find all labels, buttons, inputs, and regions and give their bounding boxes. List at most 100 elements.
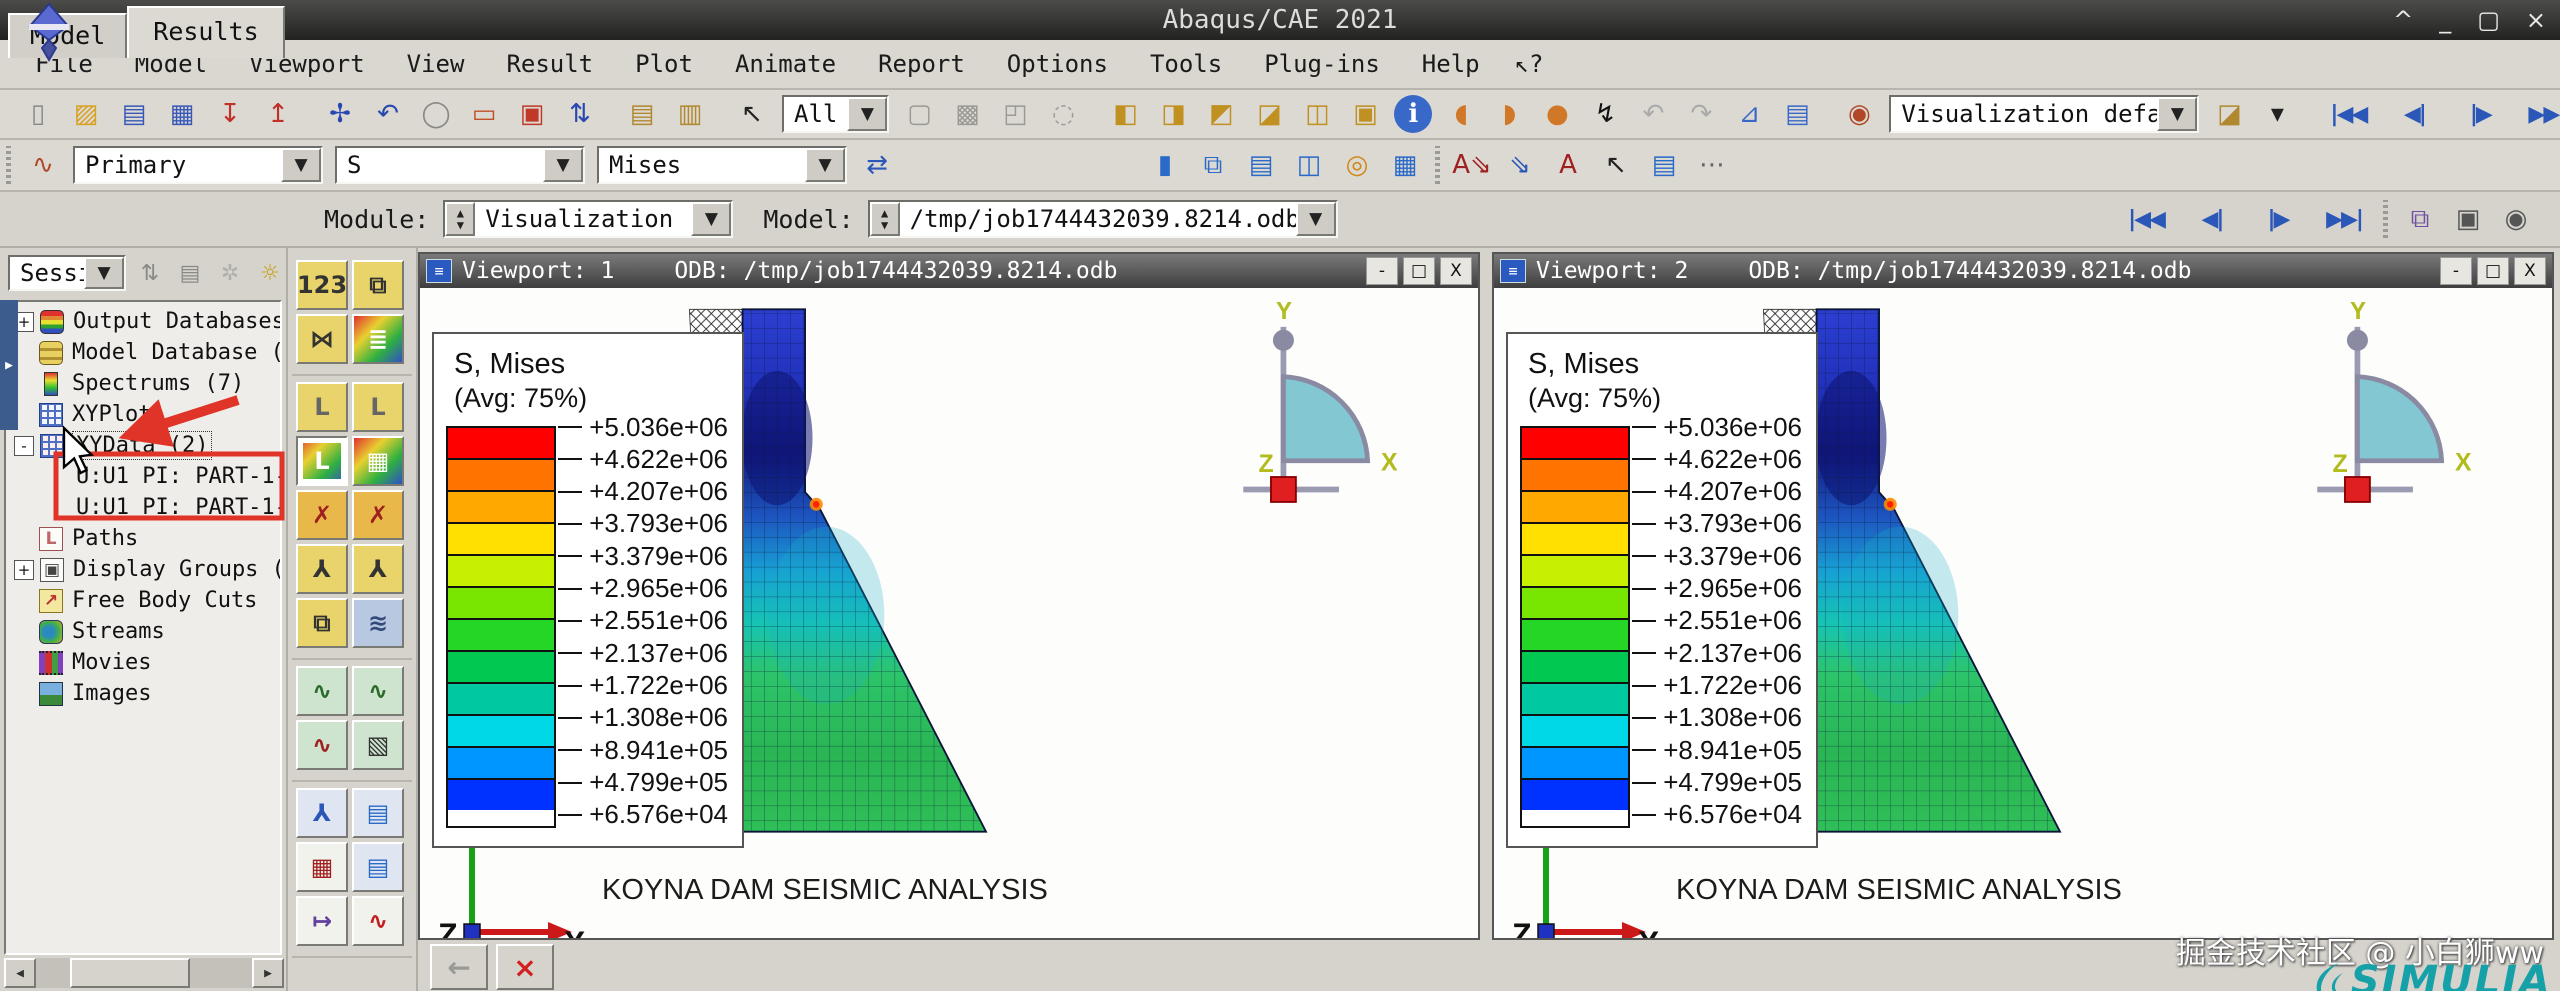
field-output-position-combo[interactable]: Primary ▼ <box>73 146 323 184</box>
pan-view-icon[interactable]: ✢ <box>317 91 363 137</box>
orientation-compass[interactable]: Y X Z <box>2294 297 2484 527</box>
save-icon[interactable]: ▤ <box>111 91 157 137</box>
menu-plot[interactable]: Plot <box>614 41 714 87</box>
import-file-icon[interactable]: ↧ <box>207 91 253 137</box>
previous-image-icon[interactable]: ◀| <box>2382 91 2446 137</box>
close-viewport-icon[interactable]: X <box>2514 257 2546 285</box>
render-shaded-icon[interactable]: ◖ <box>1438 91 1484 137</box>
plot-contours-button[interactable]: L <box>296 436 348 486</box>
orientation-options-button[interactable]: ⅄ <box>352 544 404 594</box>
viewport-titlebar[interactable]: ≡ Viewport: 2 ODB: /tmp/job1744432039.82… <box>1494 254 2552 288</box>
view-bottom-icon[interactable]: ◫ <box>1294 91 1340 137</box>
scrollbar-track[interactable] <box>36 958 252 988</box>
collapse-window-icon[interactable]: ^ <box>2393 6 2413 34</box>
text-annotation-icon[interactable]: A <box>1545 142 1591 188</box>
new-file-icon[interactable]: ▯ <box>15 91 61 137</box>
tree-item-xydata-2[interactable]: - XYData (2) <box>6 430 280 461</box>
view-iso-icon[interactable]: ◧ <box>1102 91 1148 137</box>
chevron-down-icon[interactable]: ▼ <box>805 148 845 182</box>
tab-results[interactable]: Results <box>127 6 285 58</box>
edit-annotation-icon[interactable]: A⇘ <box>1449 142 1495 188</box>
customize-icon[interactable]: ▥ <box>667 91 713 137</box>
tree-item-paths[interactable]: L Paths <box>6 523 280 554</box>
menu-help[interactable]: Help <box>1401 41 1501 87</box>
arrow-annotation-icon[interactable]: ⇘ <box>1497 142 1543 188</box>
animate-harmonic-button[interactable]: ∿ <box>296 720 348 770</box>
animation-options-button[interactable]: ▧ <box>352 720 404 770</box>
next-frame-icon[interactable]: |▶ <box>2246 196 2310 242</box>
allow-multiple-plot-states-button[interactable]: ⧉ <box>296 598 348 648</box>
scrollbar-thumb[interactable] <box>70 958 190 988</box>
tree-item-output-databases[interactable]: +Output Databases ( <box>6 306 280 337</box>
tree-expand-toggle[interactable]: + <box>14 559 34 580</box>
chevron-down-icon[interactable]: ▼ <box>2157 97 2198 131</box>
chevron-down-icon[interactable]: ▾ <box>2254 91 2300 137</box>
menu-tools[interactable]: Tools <box>1129 41 1243 87</box>
fit-view-icon[interactable]: ▣ <box>509 91 555 137</box>
animate-scale-factor-button[interactable]: ∿ <box>296 666 348 716</box>
tree-horizontal-scrollbar[interactable]: ◀ ▶ <box>4 957 284 989</box>
chevron-down-icon[interactable]: ▼ <box>281 148 321 182</box>
free-body-diagram-button[interactable]: ⅄ <box>296 788 348 838</box>
undo-icon[interactable]: ↶ <box>1630 91 1676 137</box>
plot-symbols-button[interactable]: ✗ <box>296 490 348 540</box>
chevron-down-icon[interactable]: ▼ <box>847 97 888 131</box>
scroll-left-icon[interactable]: ◀ <box>4 958 36 988</box>
options-dialog-icon[interactable]: ▤ <box>1774 91 1820 137</box>
query-info-icon[interactable]: ▤ <box>619 91 665 137</box>
tree-filter-icon[interactable]: ✲ <box>211 254 249 292</box>
chevron-down-icon[interactable]: ▼ <box>1295 202 1336 236</box>
chevron-down-icon[interactable]: ▼ <box>543 148 583 182</box>
mirror-pattern-plot-button[interactable]: ⋈ <box>296 314 348 364</box>
maximize-viewport-icon[interactable]: □ <box>2477 257 2509 285</box>
toolbar-grip[interactable] <box>2383 200 2388 238</box>
tree-item-free-body-cuts[interactable]: ↗ Free Body Cuts <box>6 585 280 616</box>
spinner-icon[interactable]: ▲ ▼ <box>869 202 900 236</box>
xy-data-table-button[interactable]: ▦ <box>296 842 348 892</box>
tree-item-display-groups-1[interactable]: + ▣ Display Groups (1) <box>6 554 280 585</box>
scroll-right-icon[interactable]: ▶ <box>252 958 284 988</box>
context-help-icon[interactable]: ↖? <box>1501 50 1558 78</box>
menu-report[interactable]: Report <box>857 41 986 87</box>
session-combo[interactable]: Sessi ▼ <box>8 255 126 291</box>
render-wireframe-icon[interactable]: ● <box>1534 91 1580 137</box>
tree-item-xyplots[interactable]: XYPlots <box>6 399 280 430</box>
box-zoom-icon[interactable]: ▭ <box>461 91 507 137</box>
cycle-views-icon[interactable]: ⇅ <box>557 91 603 137</box>
minimize-window-icon[interactable]: _ <box>2439 6 2451 34</box>
select-cursor-icon[interactable]: ↖ <box>729 91 775 137</box>
link-viewports-icon[interactable]: ◎ <box>1334 142 1380 188</box>
field-output-variable-combo[interactable]: S ▼ <box>335 146 585 184</box>
menu-result[interactable]: Result <box>485 41 614 87</box>
chevron-down-icon[interactable]: ▼ <box>84 257 124 289</box>
selection-filter-off-icon[interactable]: ◌ <box>1040 91 1086 137</box>
previous-prompt-button[interactable]: ← <box>430 944 488 990</box>
overlay-plot-options-button[interactable]: ≋ <box>352 598 404 648</box>
tree-item-model-database-2[interactable]: Model Database (2) <box>6 337 280 368</box>
selection-scope-combo[interactable]: All ▼ <box>782 95 890 133</box>
first-image-icon[interactable]: |◀◀ <box>2316 91 2380 137</box>
last-frame-icon[interactable]: ▶▶| <box>2312 196 2376 242</box>
menu-options[interactable]: Options <box>986 41 1129 87</box>
plot-deformed-shape-button[interactable]: L <box>352 382 404 432</box>
record-animation-icon[interactable]: ▣ <box>2445 196 2491 242</box>
close-viewport-icon[interactable]: X <box>1440 257 1472 285</box>
color-code-icon[interactable]: ◪ <box>2206 91 2252 137</box>
selection-filter-groups-icon[interactable]: ▩ <box>944 91 990 137</box>
info-icon[interactable]: ℹ <box>1394 95 1433 133</box>
spectrum-manager-button[interactable]: ≣ <box>352 314 404 364</box>
tree-item-streams[interactable]: Streams <box>6 616 280 647</box>
overlay-plot-icon[interactable]: ⧉ <box>2397 196 2443 242</box>
annotation-list-icon[interactable]: ⋯ <box>1689 142 1735 188</box>
render-hidden-icon[interactable]: ◗ <box>1486 91 1532 137</box>
manipulation-mode-icon[interactable]: ↯ <box>1582 91 1628 137</box>
field-output-icon[interactable]: ∿ <box>20 142 66 188</box>
tile-vertically-icon[interactable]: ◫ <box>1286 142 1332 188</box>
xy-plot-points-button[interactable]: ∿ <box>352 896 404 946</box>
tree-manager-icon[interactable]: ▤ <box>171 254 209 292</box>
tree-expand-toggle[interactable]: - <box>14 435 34 456</box>
query-chart-icon[interactable]: ⊿ <box>1726 91 1772 137</box>
open-file-icon[interactable]: ▨ <box>63 91 109 137</box>
cancel-prompt-button[interactable]: × <box>496 944 554 990</box>
panel-drag-handle[interactable]: ▶ <box>0 300 18 430</box>
